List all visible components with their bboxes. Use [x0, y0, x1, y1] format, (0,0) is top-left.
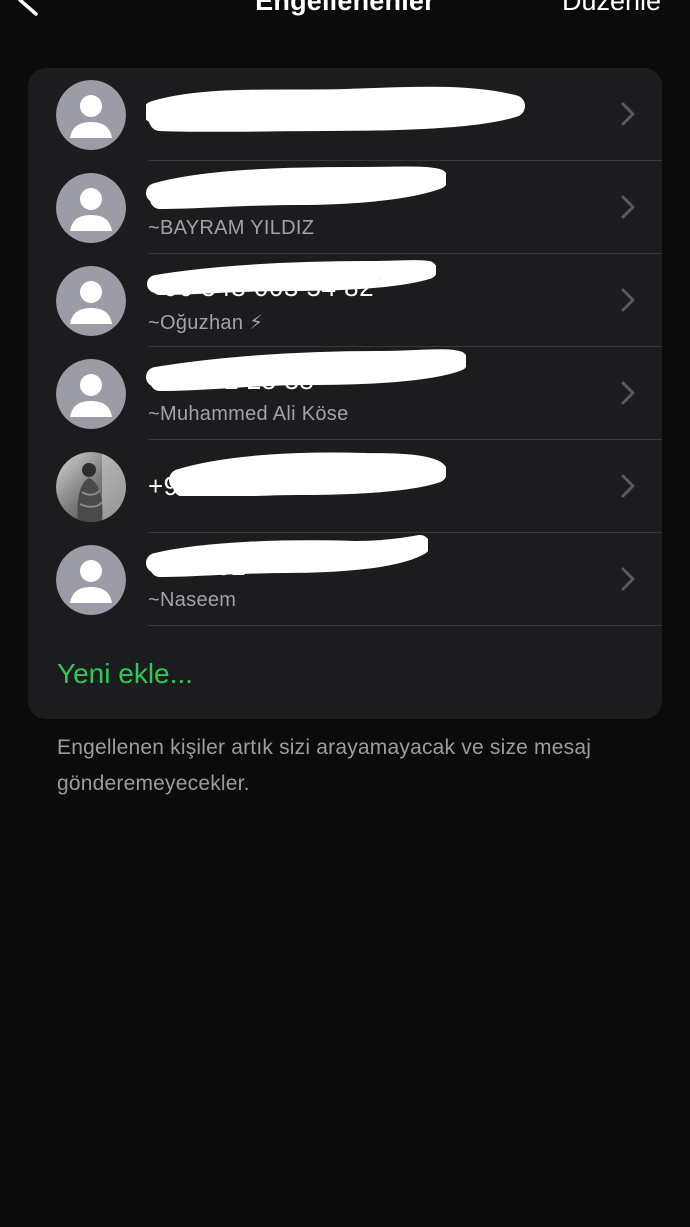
contact-display-name: ~Muhammed Ali Köse — [148, 403, 349, 425]
contact-phone-number: + — [148, 99, 164, 129]
edit-button[interactable]: Düzenle — [562, 0, 661, 17]
blocked-info-footnote: Engellenen kişiler artık sizi arayamayac… — [57, 736, 592, 795]
contact-display-name: ~Oğuzhan ⚡ — [148, 312, 264, 334]
chevron-right-icon — [621, 195, 635, 219]
add-new-label: Yeni ekle... — [57, 658, 193, 689]
default-avatar-icon — [56, 173, 126, 243]
chevron-right-icon — [621, 474, 635, 498]
blocked-contact-row[interactable]: +0 72 27 ~BAYRAM YILDIZ — [28, 161, 662, 254]
redaction-scribble — [146, 86, 525, 132]
chevron-right-icon — [621, 102, 635, 126]
chevron-right-icon — [621, 567, 635, 591]
blocked-contacts-screen: Engellenenler Düzenle + +0 72 27 ~BAYRAM… — [0, 0, 690, 1227]
contact-display-name: ~BAYRAM YILDIZ — [148, 217, 315, 239]
blocked-contact-row[interactable]: + — [28, 68, 662, 161]
contact-display-name: ~Naseem — [148, 589, 237, 611]
contact-phone-number: +91 03192 — [148, 471, 277, 501]
contact-phone-number: + 40 71 25 38 — [148, 365, 315, 395]
chevron-right-icon — [621, 288, 635, 312]
contact-phone-number: +90 543 003 54 82 — [148, 272, 375, 302]
navigation-bar: Engellenenler Düzenle — [0, 0, 690, 22]
add-new-button[interactable]: Yeni ekle... — [28, 626, 662, 719]
contact-phone-number: +0 72 27 — [148, 179, 254, 209]
blocked-contact-row[interactable]: +91 03192 — [28, 440, 662, 533]
default-avatar-icon — [56, 359, 126, 429]
contact-phone-number: + 00932 — [148, 551, 247, 581]
default-avatar-icon — [56, 545, 126, 615]
default-avatar-icon — [56, 80, 126, 150]
default-avatar-icon — [56, 266, 126, 336]
chevron-right-icon — [621, 381, 635, 405]
blocked-contact-row[interactable]: + 00932 ~Naseem — [28, 533, 662, 626]
blocked-list-card: + +0 72 27 ~BAYRAM YILDIZ +90 543 003 54… — [28, 68, 662, 719]
blocked-contact-row[interactable]: + 40 71 25 38 ~Muhammed Ali Köse — [28, 347, 662, 440]
contact-photo — [56, 452, 126, 522]
blocked-contact-row[interactable]: +90 543 003 54 82 ~Oğuzhan ⚡ — [28, 254, 662, 347]
